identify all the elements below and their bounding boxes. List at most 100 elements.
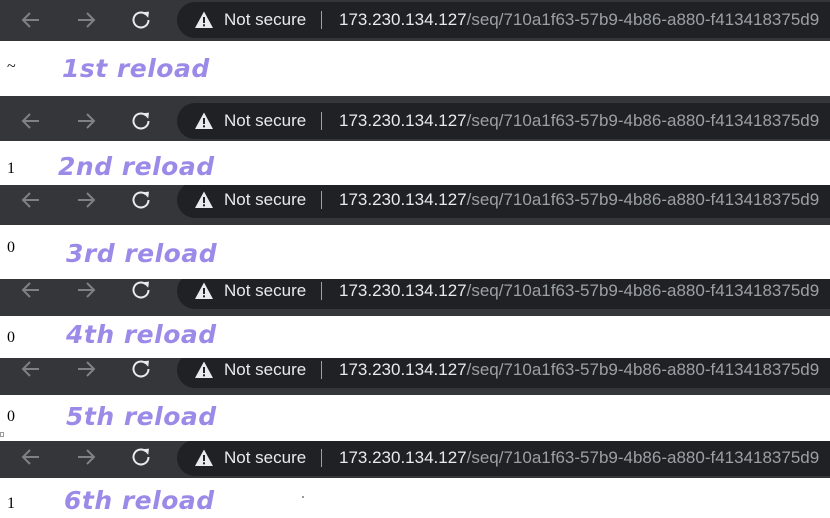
url-path: /seq/710a1f63-57b9-4b86-a880-f413418375d… [466, 448, 820, 467]
arrow-right-icon [78, 113, 96, 129]
reload-annotation: 4th reload [66, 320, 217, 349]
warning-triangle-icon [195, 282, 213, 299]
reload-icon [132, 448, 150, 466]
address-separator [321, 449, 322, 467]
address-bar[interactable]: Not secure 173.230.134.127/seq/710a1f63-… [177, 441, 830, 476]
reload-annotation: 6th reload [64, 486, 215, 515]
url-host: 173.230.134.127 [339, 10, 467, 29]
page-body-text: 0 [7, 329, 15, 346]
arrow-right-icon [78, 12, 96, 28]
reload-button[interactable] [127, 443, 155, 471]
reload-button[interactable] [127, 279, 155, 304]
forward-button[interactable] [72, 279, 100, 304]
reload-button[interactable] [127, 186, 155, 214]
browser-toolbar: Not secure 173.230.134.127/seq/710a1f63-… [0, 96, 830, 141]
back-button[interactable] [17, 107, 45, 135]
reload-snapshot-1: Not secure 173.230.134.127/seq/710a1f63-… [0, 0, 830, 96]
forward-button[interactable] [72, 443, 100, 471]
reload-icon [132, 191, 150, 209]
arrow-right-icon [78, 192, 96, 208]
url-text[interactable]: 173.230.134.127/seq/710a1f63-57b9-4b86-a… [339, 189, 819, 211]
address-separator [321, 282, 322, 300]
url-text[interactable]: 173.230.134.127/seq/710a1f63-57b9-4b86-a… [339, 447, 819, 469]
arrow-right-icon [78, 282, 96, 298]
url-path: /seq/710a1f63-57b9-4b86-a880-f413418375d… [466, 360, 820, 379]
back-button[interactable] [17, 6, 45, 34]
back-button[interactable] [17, 358, 45, 383]
page-body-text: 0 [7, 239, 15, 256]
browser-toolbar: Not secure 173.230.134.127/seq/710a1f63-… [0, 441, 830, 478]
security-label[interactable]: Not secure [224, 359, 306, 381]
back-button[interactable] [17, 279, 45, 304]
page-body-text: 0 [7, 408, 15, 425]
reload-button[interactable] [127, 107, 155, 135]
reload-annotation: 2nd reload [58, 152, 215, 181]
url-host: 173.230.134.127 [339, 190, 467, 209]
page-content: 1 2nd reload [0, 141, 830, 185]
url-host: 173.230.134.127 [339, 448, 467, 467]
address-bar[interactable]: Not secure 173.230.134.127/seq/710a1f63-… [177, 358, 830, 388]
forward-button[interactable] [72, 107, 100, 135]
browser-toolbar: Not secure 173.230.134.127/seq/710a1f63-… [0, 0, 830, 41]
back-button[interactable] [17, 186, 45, 214]
arrow-left-icon [21, 192, 39, 208]
url-text[interactable]: 173.230.134.127/seq/710a1f63-57b9-4b86-a… [339, 359, 819, 381]
address-bar[interactable]: Not secure 173.230.134.127/seq/710a1f63-… [177, 279, 830, 309]
reload-button[interactable] [127, 6, 155, 34]
page-body-text: 1 [7, 160, 15, 177]
stray-mark [302, 496, 304, 498]
reload-snapshot-6: Not secure 173.230.134.127/seq/710a1f63-… [0, 441, 830, 518]
warning-triangle-icon [195, 191, 213, 208]
arrow-right-icon [78, 449, 96, 465]
forward-button[interactable] [72, 358, 100, 383]
reload-icon [132, 11, 150, 29]
reload-snapshot-5: Not secure 173.230.134.127/seq/710a1f63-… [0, 358, 830, 441]
reload-snapshot-2: Not secure 173.230.134.127/seq/710a1f63-… [0, 96, 830, 185]
address-separator [321, 11, 322, 29]
url-path: /seq/710a1f63-57b9-4b86-a880-f413418375d… [466, 281, 820, 300]
warning-triangle-icon [195, 449, 213, 466]
address-bar[interactable]: Not secure 173.230.134.127/seq/710a1f63-… [177, 103, 830, 139]
reload-annotation: 5th reload [66, 402, 217, 431]
warning-triangle-icon [195, 361, 213, 378]
url-path: /seq/710a1f63-57b9-4b86-a880-f413418375d… [466, 111, 820, 130]
page-content: 0 4th reload [0, 316, 830, 358]
reload-icon [132, 360, 150, 378]
browser-toolbar: Not secure 173.230.134.127/seq/710a1f63-… [0, 279, 830, 316]
security-label[interactable]: Not secure [224, 280, 306, 302]
page-content: 0 3rd reload [0, 225, 830, 279]
reload-icon [132, 281, 150, 299]
security-label[interactable]: Not secure [224, 447, 306, 469]
reload-annotation: 3rd reload [66, 239, 218, 268]
address-bar[interactable]: Not secure 173.230.134.127/seq/710a1f63-… [177, 2, 830, 38]
url-path: /seq/710a1f63-57b9-4b86-a880-f413418375d… [466, 10, 820, 29]
reload-icon [132, 112, 150, 130]
address-separator [321, 191, 322, 209]
page-body-text: 1 [7, 495, 15, 512]
stray-mark [0, 432, 4, 437]
arrow-left-icon [21, 361, 39, 377]
forward-button[interactable] [72, 6, 100, 34]
url-text[interactable]: 173.230.134.127/seq/710a1f63-57b9-4b86-a… [339, 110, 819, 132]
url-text[interactable]: 173.230.134.127/seq/710a1f63-57b9-4b86-a… [339, 280, 819, 302]
security-label[interactable]: Not secure [224, 189, 306, 211]
reload-annotation: 1st reload [62, 54, 210, 83]
url-host: 173.230.134.127 [339, 111, 467, 130]
address-bar[interactable]: Not secure 173.230.134.127/seq/710a1f63-… [177, 185, 830, 218]
warning-triangle-icon [195, 11, 213, 28]
arrow-right-icon [78, 361, 96, 377]
forward-button[interactable] [72, 186, 100, 214]
url-host: 173.230.134.127 [339, 360, 467, 379]
url-text[interactable]: 173.230.134.127/seq/710a1f63-57b9-4b86-a… [339, 9, 819, 31]
address-separator [321, 112, 322, 130]
arrow-left-icon [21, 449, 39, 465]
page-body-text: ~ [7, 58, 16, 75]
back-button[interactable] [17, 443, 45, 471]
security-label[interactable]: Not secure [224, 110, 306, 132]
warning-triangle-icon [195, 112, 213, 129]
browser-toolbar: Not secure 173.230.134.127/seq/710a1f63-… [0, 185, 830, 225]
browser-toolbar: Not secure 173.230.134.127/seq/710a1f63-… [0, 358, 830, 395]
reload-snapshot-3: Not secure 173.230.134.127/seq/710a1f63-… [0, 185, 830, 279]
security-label[interactable]: Not secure [224, 9, 306, 31]
reload-button[interactable] [127, 358, 155, 383]
